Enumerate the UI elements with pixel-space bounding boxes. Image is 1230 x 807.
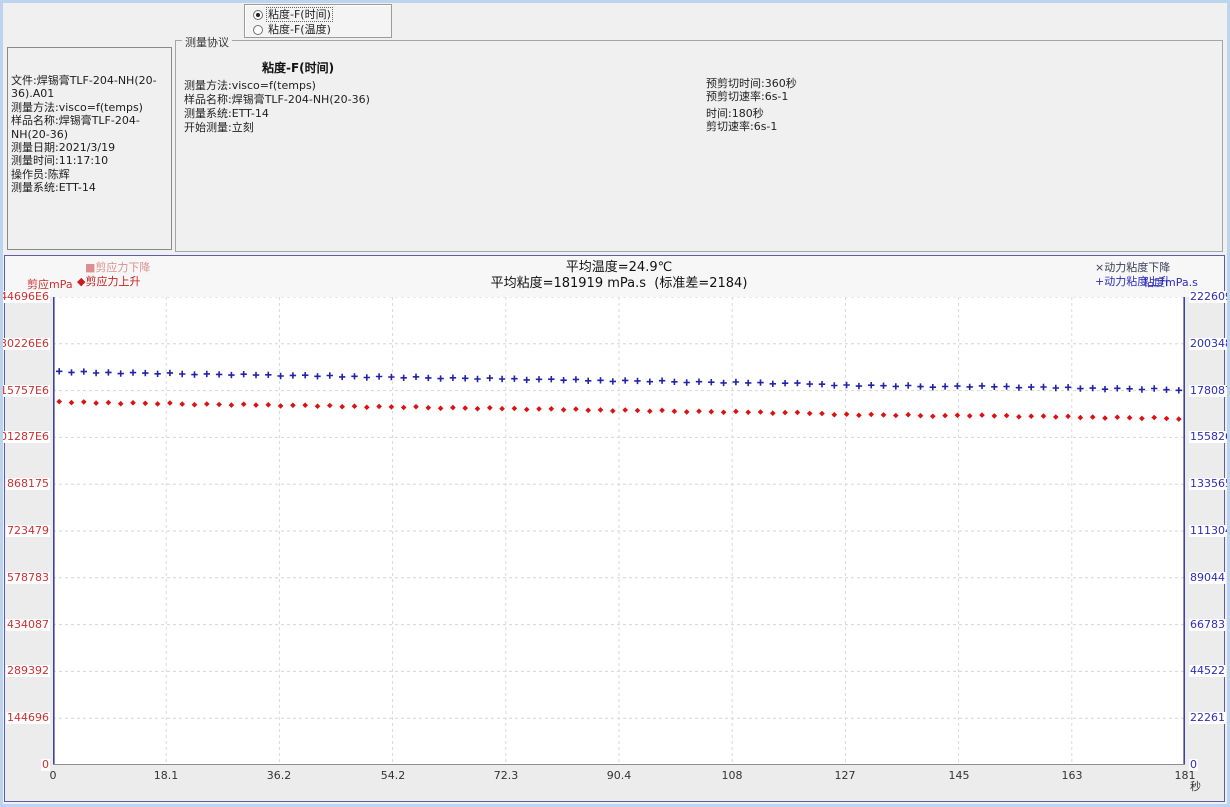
right-axis-tick-label: 111304	[1189, 525, 1230, 537]
x-axis-tick-label: 0	[49, 769, 57, 782]
protocol-sample: 样品名称:焊锡膏TLF-204-NH(20-36)	[184, 93, 370, 106]
protocol-preshear-block: 预剪切时间:360秒 预剪切速率:6s-1	[706, 77, 797, 103]
legend-label: 剪应力上升	[85, 275, 141, 288]
x-axis-tick-label: 90.4	[606, 769, 632, 782]
left-axis-tick-label: 0	[41, 758, 50, 771]
protocol-title: 粘度-F(时间)	[262, 61, 335, 75]
left-axis-tick-label: 868175	[6, 477, 50, 490]
right-axis-title: 粘度mPa.s	[1143, 276, 1198, 289]
right-axis-tick-label: 66783	[1189, 618, 1226, 631]
x-axis-tick-label: 54.2	[380, 769, 406, 782]
file-name-line: 文件:焊锡膏TLF-204-NH(20-36).A01	[11, 74, 157, 101]
x-axis-tick-label: 72.3	[493, 769, 519, 782]
radio-button-icon[interactable]	[253, 9, 263, 20]
radio-label[interactable]: 粘度-F(温度)	[267, 23, 332, 36]
left-axis-tick-label: .15757E6	[0, 385, 50, 397]
right-axis-tick-label: 133565	[1189, 478, 1230, 490]
protocol-method: 测量方法:visco=f(temps)	[184, 79, 316, 92]
shear-rate: 剪切速率:6s-1	[706, 120, 778, 133]
radio-label[interactable]: 粘度-F(时间)	[266, 7, 333, 22]
x-axis-tick-label: 36.2	[266, 769, 292, 782]
protocol-system: 测量系统:ETT-14	[184, 107, 269, 120]
x-axis-tick-label: 18.1	[153, 769, 179, 782]
left-axis-tick-label: 289392	[6, 664, 50, 677]
legend-shear-stress-up: ◆剪应力上升	[77, 273, 140, 289]
viscosity-time-plot	[53, 297, 1185, 765]
measurement-protocol-groupbox: 测量协议 粘度-F(时间) 测量方法:visco=f(temps) 样品名称:焊…	[175, 34, 1223, 252]
right-axis-tick-label: 222609	[1189, 291, 1230, 303]
right-axis-tick-label: 200348	[1189, 338, 1230, 350]
viscometer-app-window: 粘度-F(时间) 粘度-F(温度) 文件:焊锡膏TLF-204-NH(20-36…	[0, 0, 1230, 807]
left-axis-tick-label: .30226E6	[0, 338, 50, 350]
groupbox-label: 测量协议	[182, 34, 232, 50]
preshear-time: 预剪切时间:360秒	[706, 77, 797, 90]
right-axis-tick-label: 0	[1189, 758, 1198, 771]
operator-line: 操作员:陈辉	[11, 167, 70, 181]
left-axis-tick-label: 578783	[6, 571, 50, 584]
right-axis-tick-label: 22261	[1189, 711, 1226, 724]
x-axis-tick-label: 163	[1061, 769, 1083, 782]
right-axis-tick-label: 89044	[1189, 571, 1226, 584]
left-axis-tick-label: 434087	[6, 618, 50, 631]
preshear-rate: 预剪切速率:6s-1	[706, 90, 789, 103]
left-axis-tick-label: .01287E6	[0, 431, 50, 443]
radio-viscosity-temperature[interactable]: 粘度-F(温度)	[253, 22, 391, 37]
left-axis-tick-label: .44696E6	[0, 291, 50, 303]
x-axis-tick-label: 108	[721, 769, 743, 782]
x-axis-tick-label: 145	[948, 769, 970, 782]
protocol-left-column: 测量方法:visco=f(temps) 样品名称:焊锡膏TLF-204-NH(2…	[184, 79, 370, 135]
right-axis-tick-label: 44522	[1189, 664, 1226, 677]
date-line: 测量日期:2021/3/19	[11, 141, 116, 155]
time-line: 测量时间:11:17:10	[11, 154, 109, 168]
right-axis-tick-label: 155826	[1189, 431, 1230, 443]
protocol-start: 开始测量:立刻	[184, 121, 254, 134]
measurement-info-box: 文件:焊锡膏TLF-204-NH(20-36).A01 测量方法:visco=f…	[7, 47, 172, 250]
sample-name-line: 样品名称:焊锡膏TLF-204-NH(20-36)	[11, 114, 140, 141]
protocol-shear-block: 时间:180秒 剪切速率:6s-1	[706, 107, 777, 133]
plus-marker-icon: +	[1095, 275, 1105, 288]
shear-time: 时间:180秒	[706, 107, 764, 120]
radio-button-icon[interactable]	[253, 24, 263, 35]
method-line: 测量方法:visco=f(temps)	[11, 100, 143, 114]
system-line: 测量系统:ETT-14	[11, 181, 96, 195]
mode-select-panel: 粘度-F(时间) 粘度-F(温度)	[244, 4, 392, 38]
chart-title-viscosity: 平均粘度=181919 mPa.s (标准差=2184)	[490, 276, 748, 291]
right-axis-tick-label: 178087	[1189, 385, 1230, 397]
left-axis-tick-label: 144696	[6, 711, 50, 724]
radio-viscosity-time[interactable]: 粘度-F(时间)	[253, 7, 391, 22]
x-axis-tick-label: 127	[834, 769, 856, 782]
left-axis-tick-label: 723479	[6, 524, 50, 537]
